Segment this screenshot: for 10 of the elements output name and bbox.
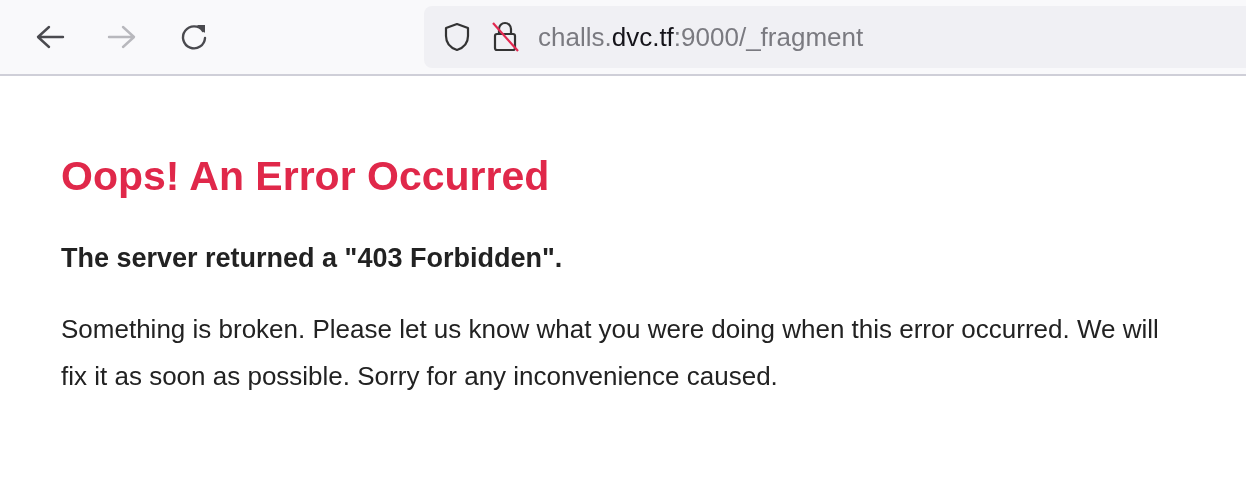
right-arrow-icon [107, 25, 137, 49]
error-title: Oops! An Error Occurred [61, 152, 551, 201]
left-arrow-icon [35, 25, 65, 49]
url-text: challs.dvc.tf:9000/_fragment [538, 21, 864, 53]
reload-icon [179, 22, 209, 52]
crossed-lock-icon [490, 20, 520, 54]
shield-icon [442, 21, 472, 53]
address-bar[interactable]: challs.dvc.tf:9000/_fragment [424, 6, 1246, 68]
error-message: Something is broken. Please let us know what you were doing when this error occurred. We will fix it as soon as possible. Sorry for any inconvenience caused. [61, 313, 1160, 393]
error-subtitle: The server returned a "403 Forbidden". [61, 242, 564, 275]
